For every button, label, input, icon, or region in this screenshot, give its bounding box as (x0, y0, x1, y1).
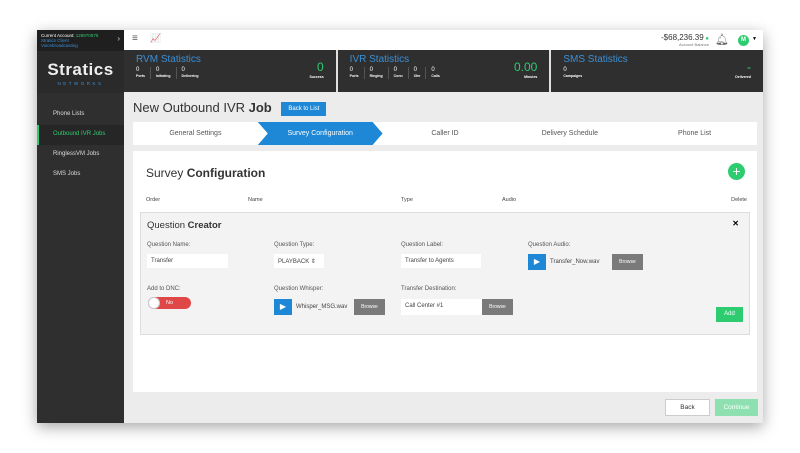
dnc-label: Add to DNC: (147, 286, 181, 292)
nav-ringlessvm-jobs[interactable]: RinglessVM Jobs (37, 145, 124, 165)
wizard-steps: General Settings Survey Configuration Ca… (133, 122, 757, 145)
whisper-label: Question Whisper: (274, 286, 324, 292)
account-balance: -$68,236.39 (661, 33, 704, 42)
menu-icon[interactable]: ≡ (132, 33, 138, 44)
sidebar: Current Account: 128970876 Stratics Clie… (37, 30, 124, 423)
browse-whisper-button[interactable]: Browse (354, 299, 385, 315)
account-number: 128970876 (75, 33, 99, 38)
dnc-toggle[interactable]: No (148, 297, 191, 309)
section-title: Survey Configuration (146, 166, 266, 180)
question-name-input[interactable]: Transfer (147, 254, 228, 268)
play-audio-button[interactable]: ▶ (528, 254, 546, 270)
account-switcher[interactable]: Current Account: 128970876 Stratics Clie… (37, 30, 124, 51)
add-button[interactable]: Add (716, 307, 743, 322)
sms-statistics: SMS Statistics 0 Campaigns - Delivered (551, 50, 763, 92)
back-button[interactable]: Back (665, 399, 710, 416)
account-product: Voicebroadcasting (41, 43, 78, 48)
step-general-settings[interactable]: General Settings (133, 122, 258, 145)
app-window: Current Account: 128970876 Stratics Clie… (37, 30, 763, 423)
step-delivery-schedule[interactable]: Delivery Schedule (507, 122, 632, 145)
destination-label: Transfer Destination: (401, 286, 457, 292)
close-icon[interactable]: ✕ (732, 219, 739, 228)
nav-outbound-ivr-jobs[interactable]: Outbound IVR Jobs (37, 125, 124, 145)
name-label: Question Name: (147, 242, 191, 248)
whisper-file: Whisper_MSG.wav (292, 300, 354, 314)
logo: Stratics NETWORKS (37, 51, 124, 93)
nav-phone-lists[interactable]: Phone Lists (37, 105, 124, 125)
question-type-select[interactable]: PLAYBACK ⇕ (274, 254, 324, 268)
stats-bar: RVM Statistics 0 Ports 0 Initiating 0 Deliv… (124, 50, 763, 92)
survey-panel: Survey Configuration + Order Name Type A… (133, 151, 757, 392)
browse-destination-button[interactable]: Browse (482, 299, 513, 315)
type-label: Question Type: (274, 242, 315, 248)
play-whisper-button[interactable]: ▶ (274, 299, 292, 315)
audio-file: Transfer_Now.wav (546, 255, 612, 269)
continue-button[interactable]: Continue (715, 399, 758, 416)
rvm-statistics: RVM Statistics 0 Ports 0 Initiating 0 Deliv… (124, 50, 336, 92)
back-to-list-button[interactable]: Back to List (281, 102, 327, 116)
creator-title: Question Creator (147, 220, 222, 231)
nav-sms-jobs[interactable]: SMS Jobs (37, 165, 124, 185)
ivr-statistics: IVR Statistics 0 Ports 0 Ringing 0 Conn 0 Xf… (337, 50, 550, 92)
chart-icon[interactable]: 📈 (150, 33, 161, 44)
step-survey-configuration[interactable]: Survey Configuration (257, 122, 383, 145)
audio-label: Question Audio: (528, 242, 571, 248)
add-question-button[interactable]: + (728, 163, 745, 180)
step-caller-id[interactable]: Caller ID (383, 122, 508, 145)
chevron-down-icon[interactable]: ▼ (752, 36, 757, 42)
transfer-destination-input[interactable]: Call Center #1 (401, 299, 482, 315)
step-phone-list[interactable]: Phone List (632, 122, 757, 145)
avatar[interactable]: M (738, 35, 749, 46)
page-title: New Outbound IVR Job Back to List (133, 100, 327, 116)
bell-icon[interactable]: 🔔︎ (715, 33, 729, 46)
label-label: Question Label: (401, 242, 444, 248)
question-creator: Question Creator ✕ Question Name: Transf… (140, 212, 750, 335)
top-bar: ≡ 📈 -$68,236.39 ● Account Balance 🔔︎ M ▼ (124, 30, 763, 50)
balance-label: Account Balance (678, 42, 709, 47)
question-label-input[interactable]: Transfer to Agents (401, 254, 481, 268)
browse-audio-button[interactable]: Browse (612, 254, 643, 270)
chevron-right-icon: › (117, 34, 120, 43)
